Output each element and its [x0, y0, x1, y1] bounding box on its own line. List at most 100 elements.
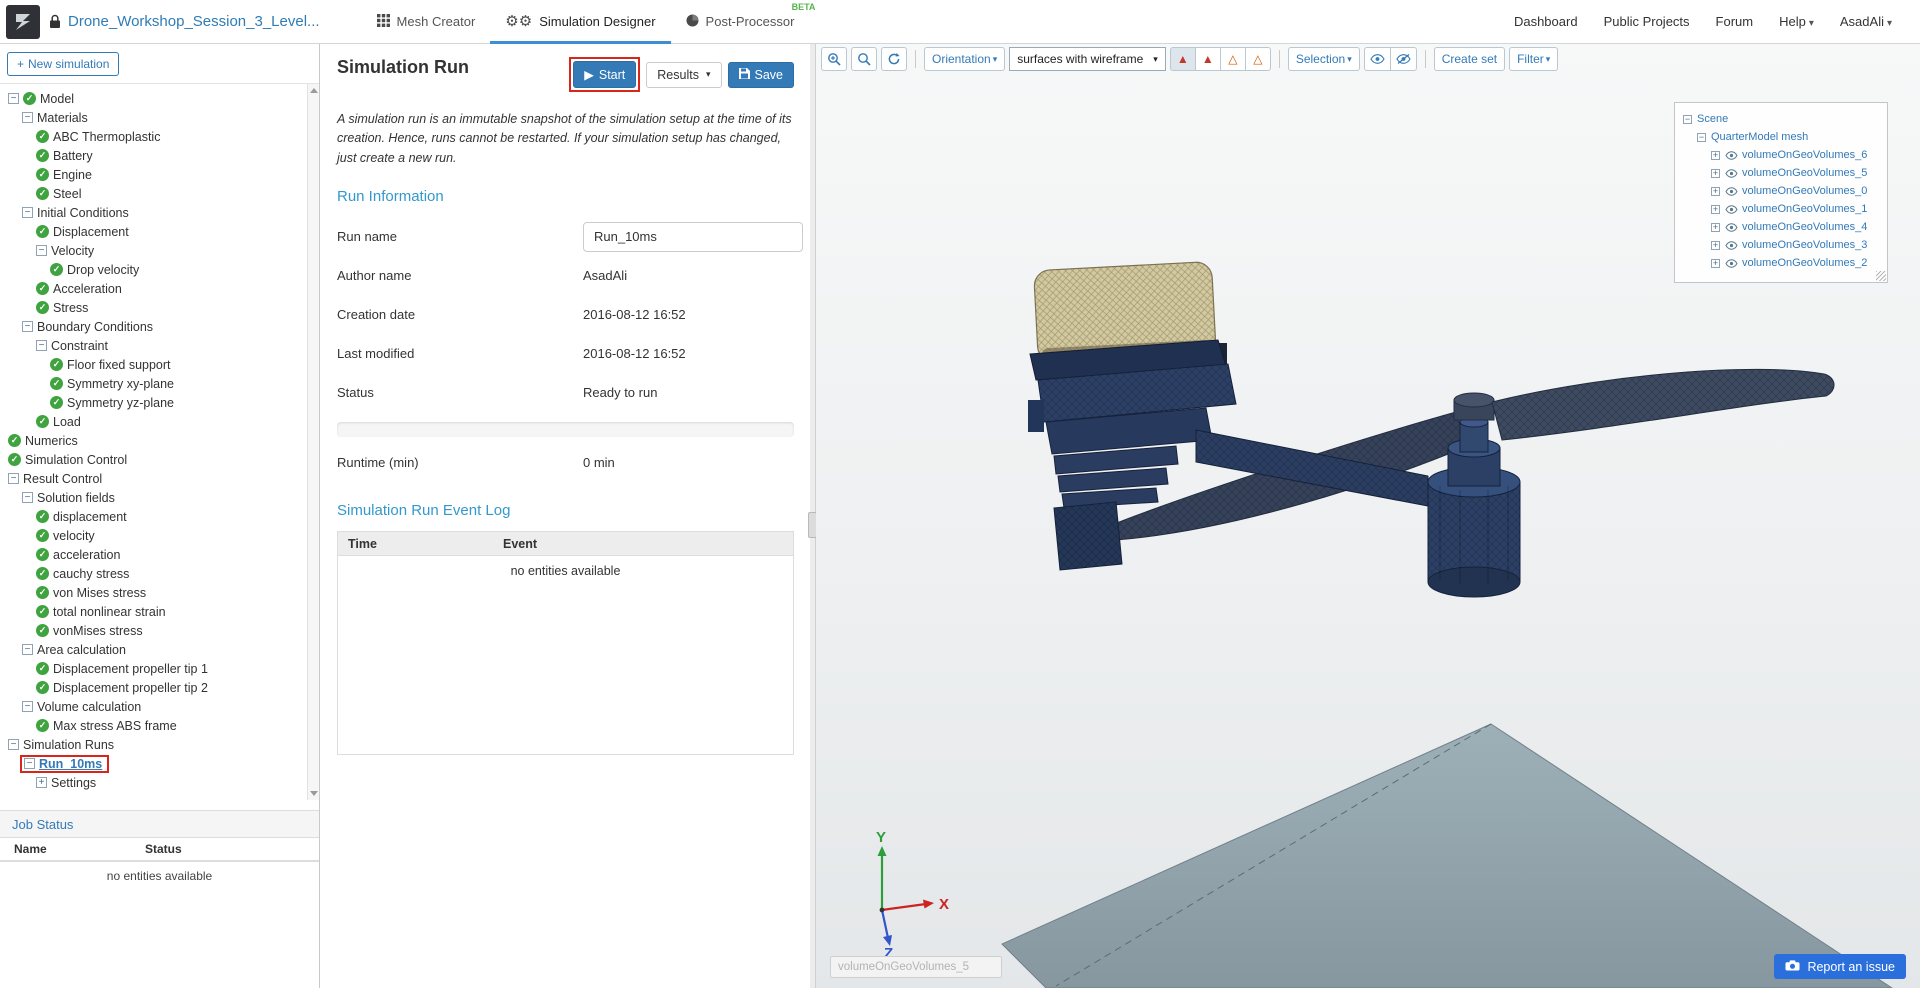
tree-item-total-nonlinear-strain[interactable]: ✓ total nonlinear strain	[0, 602, 307, 621]
render-mode-select[interactable]: surfaces with wireframe ▾	[1009, 47, 1166, 71]
scene-volume-volumeongeovolumes-6[interactable]: + volumeOnGeoVolumes_6	[1683, 146, 1879, 164]
nav-public-projects[interactable]: Public Projects	[1604, 14, 1690, 29]
tree-item-simulation-control[interactable]: ✓ Simulation Control	[0, 450, 307, 469]
tree-item-result-control[interactable]: − Result Control	[0, 469, 307, 488]
tree-item-velocity[interactable]: ✓ velocity	[0, 526, 307, 545]
tree-item-drop-velocity[interactable]: ✓ Drop velocity	[0, 260, 307, 279]
collapse-icon[interactable]: −	[22, 644, 33, 655]
tree-item-area-calculation[interactable]: − Area calculation	[0, 640, 307, 659]
nav-help[interactable]: Help ▾	[1779, 14, 1814, 29]
collapse-icon[interactable]: −	[1697, 132, 1706, 142]
collapse-icon[interactable]: −	[24, 758, 35, 769]
tree-item-run-10ms[interactable]: − Run_10ms	[0, 754, 307, 773]
tree-item-load[interactable]: ✓ Load	[0, 412, 307, 431]
zoom-in-button[interactable]	[821, 47, 847, 71]
tab-mesh-creator[interactable]: Mesh Creator	[362, 0, 491, 44]
show-selected-button[interactable]	[1363, 47, 1391, 71]
app-logo-icon[interactable]	[6, 4, 40, 39]
collapse-icon[interactable]: −	[36, 340, 47, 351]
collapse-icon[interactable]: −	[1683, 114, 1692, 124]
scene-volume-volumeongeovolumes-0[interactable]: + volumeOnGeoVolumes_0	[1683, 182, 1879, 200]
scene-volume-volumeongeovolumes-3[interactable]: + volumeOnGeoVolumes_3	[1683, 236, 1879, 254]
tab-post-processor[interactable]: Post-Processor BETA	[671, 0, 815, 44]
scene-volume-volumeongeovolumes-4[interactable]: + volumeOnGeoVolumes_4	[1683, 218, 1879, 236]
scene-volume-volumeongeovolumes-2[interactable]: + volumeOnGeoVolumes_2	[1683, 254, 1879, 272]
scene-tree-mesh[interactable]: − QuarterModel mesh	[1683, 128, 1879, 146]
tree-item-displacement-propeller-tip-2[interactable]: ✓ Displacement propeller tip 2	[0, 678, 307, 697]
scroll-up-icon[interactable]	[310, 88, 318, 93]
tree-item-simulation-runs[interactable]: − Simulation Runs	[0, 735, 307, 754]
tree-item-model[interactable]: − ✓ Model	[0, 89, 307, 108]
tab-simulation-designer[interactable]: ⚙⚙ Simulation Designer	[490, 0, 670, 44]
tree-item-engine[interactable]: ✓ Engine	[0, 165, 307, 184]
resize-handle-icon[interactable]	[1876, 271, 1886, 281]
expand-icon[interactable]: +	[1711, 186, 1720, 196]
tree-item-materials[interactable]: − Materials	[0, 108, 307, 127]
tree-item-settings[interactable]: + Settings	[0, 773, 307, 792]
tree-item-abc-thermoplastic[interactable]: ✓ ABC Thermoplastic	[0, 127, 307, 146]
collapse-icon[interactable]: −	[22, 701, 33, 712]
tree-item-steel[interactable]: ✓ Steel	[0, 184, 307, 203]
tree-item-numerics[interactable]: ✓ Numerics	[0, 431, 307, 450]
tree-item-cauchy-stress[interactable]: ✓ cauchy stress	[0, 564, 307, 583]
tree-item-velocity[interactable]: − Velocity	[0, 241, 307, 260]
tree-item-displacement[interactable]: ✓ displacement	[0, 507, 307, 526]
results-button[interactable]: Results ▾	[646, 61, 722, 88]
run-name-input[interactable]	[583, 221, 803, 252]
expand-icon[interactable]: +	[1711, 168, 1720, 178]
tree-item-symmetry-yz-plane[interactable]: ✓ Symmetry yz-plane	[0, 393, 307, 412]
expand-icon[interactable]: +	[36, 777, 47, 788]
project-title[interactable]: Drone_Workshop_Session_3_Level...	[68, 13, 320, 30]
expand-icon[interactable]: +	[1711, 150, 1720, 160]
report-issue-button[interactable]: Report an issue	[1774, 954, 1906, 979]
tree-item-stress[interactable]: ✓ Stress	[0, 298, 307, 317]
tree-item-vonmises-stress[interactable]: ✓ vonMises stress	[0, 621, 307, 640]
eye-icon[interactable]	[1725, 150, 1738, 160]
tree-item-initial-conditions[interactable]: − Initial Conditions	[0, 203, 307, 222]
scene-volume-volumeongeovolumes-5[interactable]: + volumeOnGeoVolumes_5	[1683, 164, 1879, 182]
eye-icon[interactable]	[1725, 240, 1738, 250]
collapse-icon[interactable]: −	[8, 93, 19, 104]
tree-item-acceleration[interactable]: ✓ Acceleration	[0, 279, 307, 298]
viewport-3d[interactable]: Orientation ▾ surfaces with wireframe ▾ …	[816, 44, 1920, 988]
mesh-quality-outline-icon-button[interactable]: △	[1219, 47, 1246, 71]
zoom-extents-button[interactable]	[851, 47, 877, 71]
eye-icon[interactable]	[1725, 258, 1738, 268]
tree-item-boundary-conditions[interactable]: − Boundary Conditions	[0, 317, 307, 336]
collapse-icon[interactable]: −	[22, 492, 33, 503]
nav-forum[interactable]: Forum	[1716, 14, 1754, 29]
collapse-icon[interactable]: −	[8, 739, 19, 750]
mesh-quality-surface-icon-button[interactable]: ▲	[1194, 47, 1221, 71]
nav-asadali[interactable]: AsadAli ▾	[1840, 14, 1892, 29]
expand-icon[interactable]: +	[1711, 204, 1720, 214]
expand-icon[interactable]: +	[1711, 258, 1720, 268]
tree-item-floor-fixed-support[interactable]: ✓ Floor fixed support	[0, 355, 307, 374]
reset-view-button[interactable]	[881, 47, 907, 71]
mesh-quality-points-icon-button[interactable]: △	[1244, 47, 1271, 71]
save-button[interactable]: Save	[727, 61, 794, 88]
collapse-icon[interactable]: −	[22, 207, 33, 218]
scene-volume-volumeongeovolumes-1[interactable]: + volumeOnGeoVolumes_1	[1683, 200, 1879, 218]
eye-icon[interactable]	[1725, 186, 1738, 196]
filter-dropdown[interactable]: Filter ▾	[1509, 47, 1559, 71]
new-simulation-button[interactable]: + New simulation	[7, 51, 120, 76]
eye-icon[interactable]	[1725, 222, 1738, 232]
expand-icon[interactable]: +	[1711, 240, 1720, 250]
tree-item-von-mises-stress[interactable]: ✓ von Mises stress	[0, 583, 307, 602]
nav-dashboard[interactable]: Dashboard	[1514, 14, 1578, 29]
create-set-button[interactable]: Create set	[1433, 47, 1506, 71]
tree-item-displacement-propeller-tip-1[interactable]: ✓ Displacement propeller tip 1	[0, 659, 307, 678]
collapse-icon[interactable]: −	[22, 321, 33, 332]
tree-item-solution-fields[interactable]: − Solution fields	[0, 488, 307, 507]
collapse-icon[interactable]: −	[8, 473, 19, 484]
tree-item-constraint[interactable]: − Constraint	[0, 336, 307, 355]
eye-icon[interactable]	[1725, 168, 1738, 178]
scene-tree-panel[interactable]: − Scene − QuarterModel mesh + volumeOnGeo…	[1674, 102, 1888, 283]
tree-scrollbar[interactable]	[307, 84, 319, 800]
selection-dropdown[interactable]: Selection ▾	[1287, 47, 1360, 71]
orientation-dropdown[interactable]: Orientation ▾	[924, 47, 1006, 71]
collapse-icon[interactable]: −	[22, 112, 33, 123]
start-button[interactable]: ▶ Start	[573, 61, 637, 88]
tree-item-volume-calculation[interactable]: − Volume calculation	[0, 697, 307, 716]
collapse-icon[interactable]: −	[36, 245, 47, 256]
